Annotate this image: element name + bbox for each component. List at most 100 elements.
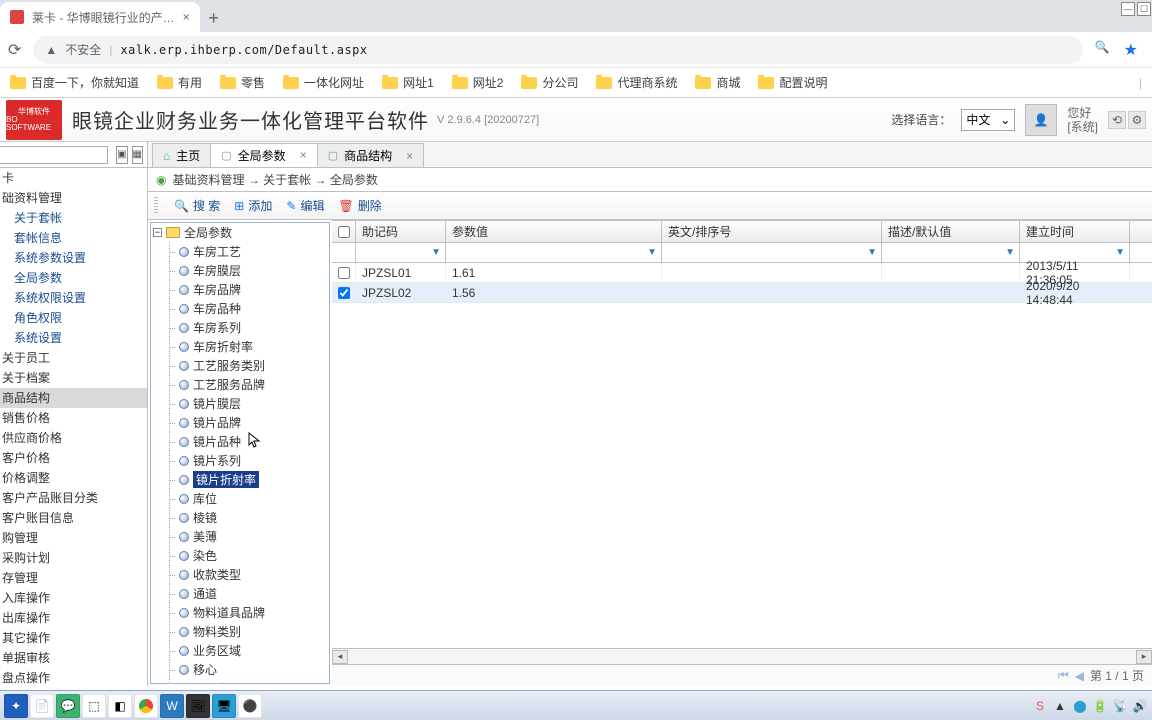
first-page-icon[interactable]: ⏮ <box>1058 668 1069 683</box>
edit-button[interactable]: ✎编辑 <box>286 197 324 214</box>
avatar[interactable]: 👤 <box>1025 104 1057 136</box>
tree-item[interactable]: 车房品牌 <box>151 280 329 299</box>
tree-item[interactable]: 库位 <box>151 489 329 508</box>
scroll-right-icon[interactable]: ▸ <box>1136 650 1152 664</box>
tree-item[interactable]: 美薄 <box>151 527 329 546</box>
tree-item[interactable]: 车房折射率 <box>151 337 329 356</box>
tray-icon[interactable]: ▲ <box>1052 698 1068 714</box>
filter-cell[interactable]: ▼ <box>662 243 882 262</box>
sidebar-item[interactable]: 础资料管理 <box>0 188 147 208</box>
lang-select[interactable]: 中文⌄ <box>961 109 1015 131</box>
search-icon[interactable]: 🔍 <box>1095 40 1110 60</box>
task-icon[interactable]: ⚫ <box>238 694 262 718</box>
table-row[interactable]: JPZSL021.562020/9/20 14:48:44 <box>332 283 1152 303</box>
tree-item[interactable]: 物料类别 <box>151 622 329 641</box>
tree-item[interactable]: 镜片品牌 <box>151 413 329 432</box>
sidebar-item[interactable]: 套帐信息 <box>0 228 147 248</box>
filter-cell[interactable]: ▼ <box>446 243 662 262</box>
sidebar-item[interactable]: 商品结构 <box>0 388 147 408</box>
sidebar-item[interactable]: 客户账目信息 <box>0 508 147 528</box>
task-icon[interactable]: 📄 <box>30 694 54 718</box>
bookmark-star-icon[interactable]: ★ <box>1124 40 1138 60</box>
task-icon[interactable]: ⬚ <box>82 694 106 718</box>
content-tab[interactable]: ⌂主页 <box>152 143 211 167</box>
sidebar-item[interactable]: 卡 <box>0 168 147 188</box>
tree-item[interactable]: 染色 <box>151 546 329 565</box>
column-header[interactable]: 描述/默认值 <box>882 221 1020 242</box>
row-checkbox[interactable] <box>338 267 350 279</box>
tree-root[interactable]: −全局参数 <box>151 223 329 242</box>
bookmark-item[interactable]: 网址2 <box>452 74 504 91</box>
sidebar-item[interactable]: 系统参数设置 <box>0 248 147 268</box>
task-icon[interactable]: 🖥 <box>212 694 236 718</box>
column-header[interactable]: 英文/排序号 <box>662 221 882 242</box>
sidebar-item[interactable]: 全局参数 <box>0 268 147 288</box>
content-tab[interactable]: ▢全局参数× <box>211 143 317 167</box>
sidebar-item[interactable]: 关于套帐 <box>0 208 147 228</box>
row-checkbox[interactable] <box>338 287 350 299</box>
reload-icon[interactable]: ⟳ <box>8 40 21 60</box>
sidebar-item[interactable]: 价格调整 <box>0 468 147 488</box>
select-all-checkbox[interactable] <box>332 221 356 242</box>
task-icon[interactable]: ◧ <box>108 694 132 718</box>
sidebar-item[interactable]: 供应商价格 <box>0 428 147 448</box>
sidebar-item[interactable]: 客户产品账目分类 <box>0 488 147 508</box>
close-icon[interactable]: × <box>406 149 413 163</box>
bookmark-item[interactable]: 有用 <box>157 74 202 91</box>
delete-button[interactable]: 🗑删除 <box>338 197 381 214</box>
sidebar-item[interactable]: 销售价格 <box>0 408 147 428</box>
sidebar-item[interactable]: 存管理 <box>0 568 147 588</box>
prev-page-icon[interactable]: ◀ <box>1075 669 1084 683</box>
tree-item[interactable]: 镜片品种 <box>151 432 329 451</box>
sidebar-item[interactable]: 客户价格 <box>0 448 147 468</box>
tree-item[interactable]: 镜片膜层 <box>151 394 329 413</box>
tray-icon[interactable]: S <box>1032 698 1048 714</box>
tree-item[interactable]: 收款类型 <box>151 565 329 584</box>
chrome-icon[interactable] <box>134 694 158 718</box>
tree-item[interactable]: 工艺服务类别 <box>151 356 329 375</box>
column-header[interactable]: 助记码 <box>356 221 446 242</box>
collapse-icon[interactable]: − <box>153 228 162 237</box>
tray-icon[interactable]: ⬤ <box>1072 698 1088 714</box>
sidebar-item[interactable]: 角色权限 <box>0 308 147 328</box>
tree-item[interactable]: 车房工艺 <box>151 242 329 261</box>
sidebar-search[interactable] <box>0 146 108 164</box>
sidebar-item[interactable]: 入库操作 <box>0 588 147 608</box>
bookmark-item[interactable]: 零售 <box>220 74 265 91</box>
collapse-icon[interactable]: ▣ <box>116 146 127 164</box>
close-icon[interactable]: × <box>300 148 307 162</box>
sidebar-item[interactable]: 其它操作 <box>0 628 147 648</box>
sidebar-item[interactable]: 单据审核 <box>0 648 147 668</box>
maximize-icon[interactable]: ☐ <box>1137 2 1151 16</box>
bookmark-item[interactable]: 分公司 <box>521 74 578 91</box>
task-icon[interactable]: 🖼 <box>186 694 210 718</box>
tray-icon[interactable]: 🔊 <box>1132 698 1148 714</box>
sidebar-item[interactable]: 关于员工 <box>0 348 147 368</box>
tree-item[interactable]: 物料道具品牌 <box>151 603 329 622</box>
new-tab-button[interactable]: + <box>200 4 228 32</box>
bookmark-item[interactable]: 商城 <box>695 74 740 91</box>
gear-icon[interactable]: ⚙ <box>1128 111 1146 129</box>
tree-item[interactable]: 镜片折射率 <box>151 470 329 489</box>
task-icon[interactable]: 💬 <box>56 694 80 718</box>
bookmark-item[interactable]: 一体化网址 <box>283 74 364 91</box>
tree-item[interactable]: 车房品种 <box>151 299 329 318</box>
column-header[interactable]: 建立时间 <box>1020 221 1130 242</box>
sidebar-item[interactable]: 采购计划 <box>0 548 147 568</box>
task-icon[interactable]: W <box>160 694 184 718</box>
sidebar-item[interactable]: 盘点操作 <box>0 668 147 686</box>
sidebar-item[interactable]: 关于档案 <box>0 368 147 388</box>
tree-item[interactable]: 棱镜 <box>151 508 329 527</box>
close-icon[interactable]: × <box>183 10 190 24</box>
tree-item[interactable]: 镜片系列 <box>151 451 329 470</box>
tree-item[interactable]: 工艺服务品牌 <box>151 375 329 394</box>
tree-item[interactable]: 车房膜层 <box>151 261 329 280</box>
sidebar-item[interactable]: 购管理 <box>0 528 147 548</box>
tree-item[interactable]: 移心 <box>151 660 329 679</box>
tree-item[interactable]: 车房系列 <box>151 318 329 337</box>
tray-icon[interactable]: 🔋 <box>1092 698 1108 714</box>
tree-item[interactable]: 业务区域 <box>151 641 329 660</box>
bookmark-item[interactable]: 配置说明 <box>758 74 827 91</box>
address-bar[interactable]: ▲ 不安全 | xalk.erp.ihberp.com/Default.aspx <box>33 36 1082 64</box>
bookmark-item[interactable]: 代理商系统 <box>596 74 677 91</box>
